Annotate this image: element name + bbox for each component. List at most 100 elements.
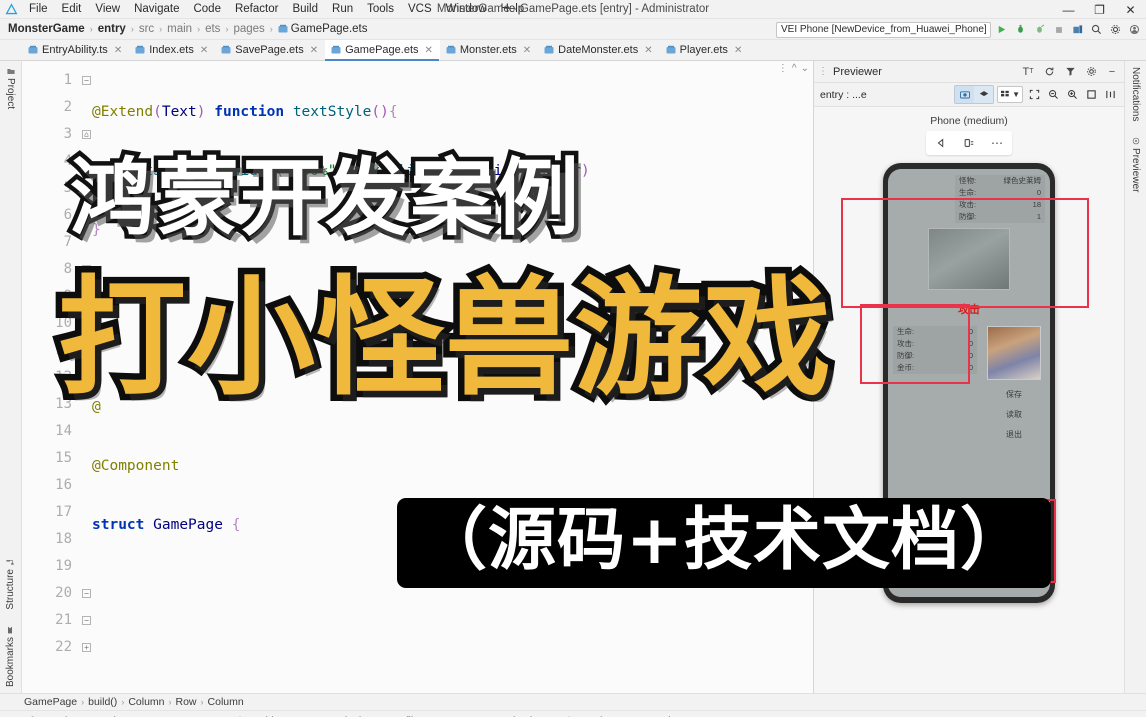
stop-icon[interactable] [1050, 21, 1067, 38]
tool-window-profiler[interactable]: Profiler [369, 714, 428, 717]
breadcrumb-module[interactable]: entry [94, 22, 130, 36]
sidebar-item-structure[interactable]: Structure [5, 556, 16, 612]
editor-inspection-widget[interactable]: ⋮ ^ ⌄ [778, 63, 809, 74]
breadcrumb-ets[interactable]: ets [201, 22, 224, 36]
sidebar-item-bookmarks[interactable]: Bookmarks [5, 624, 16, 689]
fold-toggle-icon[interactable]: ⌂ [82, 130, 91, 139]
maximize-button[interactable]: ❐ [1084, 0, 1115, 19]
menu-edit[interactable]: Edit [55, 1, 89, 17]
menu-build[interactable]: Build [285, 1, 325, 17]
editor-tab-datemonster[interactable]: DateMonster.ets ✕ [538, 40, 659, 60]
tool-window-code-linter[interactable]: Code Linter [476, 714, 556, 717]
gear-icon[interactable] [1083, 64, 1099, 80]
breadcrumb-pages[interactable]: pages [229, 22, 268, 36]
tool-window-terminal[interactable]: Terminal [302, 714, 368, 717]
bottom-breadcrumb-row[interactable]: Row [176, 696, 197, 708]
menu-file[interactable]: File [22, 1, 55, 17]
editor-tab-monster[interactable]: Monster.ets ✕ [440, 40, 538, 60]
code-text[interactable]: @Extend(Text) function textStyle(){ .fon… [78, 61, 813, 693]
close-icon[interactable]: ✕ [200, 45, 208, 56]
refresh-icon[interactable] [1041, 64, 1057, 80]
frame-icon[interactable] [1083, 87, 1099, 103]
close-icon[interactable]: ✕ [310, 45, 318, 56]
code-editor[interactable]: ⋮ ^ ⌄ 1− 2 3 ⌂ 4 5 6 7 8− 9 10 11 12 13 1… [22, 61, 813, 693]
sidebar-item-notifications[interactable]: Notifications [1130, 65, 1141, 123]
breadcrumb-main[interactable]: main [163, 22, 196, 36]
search-icon[interactable] [1088, 21, 1105, 38]
menu-help[interactable]: Help [494, 1, 532, 17]
editor-tab-index[interactable]: Index.ets ✕ [129, 40, 215, 60]
attack-button[interactable]: 攻击 [932, 296, 1006, 322]
account-icon[interactable] [1126, 21, 1143, 38]
ruler-icon[interactable] [1102, 87, 1118, 103]
device-manager-icon[interactable] [1069, 21, 1086, 38]
tool-window-problems[interactable]: Problems [229, 714, 299, 717]
layout-select[interactable]: ▼ [997, 86, 1023, 103]
screenshot-icon[interactable] [955, 86, 975, 103]
bottom-breadcrumb-column[interactable]: Column [128, 696, 164, 708]
close-icon[interactable]: ✕ [523, 45, 531, 56]
orientation-icon[interactable] [956, 133, 982, 153]
font-size-icon[interactable]: TT [1020, 64, 1036, 80]
more-icon[interactable]: ⋯ [984, 133, 1010, 153]
editor-tab-entryability[interactable]: EntryAbility.ts ✕ [22, 40, 129, 60]
breadcrumb-file[interactable]: GamePage.ets [274, 22, 372, 36]
close-button[interactable]: ✕ [1115, 0, 1146, 19]
tool-window-services[interactable]: Services [558, 714, 624, 717]
close-icon[interactable]: ✕ [425, 45, 433, 56]
next-occurrence-icon[interactable]: ⌄ [801, 63, 809, 74]
layers-icon[interactable] [974, 86, 994, 103]
fold-toggle-icon[interactable]: − [82, 265, 91, 274]
run-icon[interactable] [993, 21, 1010, 38]
previewer-entry-label[interactable]: entry : ...e [820, 89, 867, 101]
bottom-breadcrumb-column2[interactable]: Column [208, 696, 244, 708]
debug-icon[interactable] [1012, 21, 1029, 38]
filter-icon[interactable] [1062, 64, 1078, 80]
bottom-breadcrumb-build[interactable]: build() [88, 696, 117, 708]
menu-vcs[interactable]: VCS [401, 1, 439, 17]
fold-toggle-icon[interactable]: − [82, 616, 91, 625]
minimize-button[interactable]: — [1053, 0, 1084, 19]
menu-navigate[interactable]: Navigate [127, 1, 186, 17]
breadcrumb-project[interactable]: MonsterGame [4, 22, 89, 36]
menu-window[interactable]: Window [439, 1, 494, 17]
bottom-breadcrumb-gamepage[interactable]: GamePage [24, 696, 77, 708]
menu-code[interactable]: Code [186, 1, 228, 17]
load-button[interactable]: 读取 [1006, 409, 1022, 420]
close-icon[interactable]: ✕ [114, 45, 122, 56]
minimize-icon[interactable]: − [1104, 64, 1120, 80]
tool-window-previewerlog[interactable]: PreviewerLog [627, 714, 717, 717]
editor-tab-player[interactable]: Player.ets ✕ [660, 40, 750, 60]
zoom-out-icon[interactable] [1045, 87, 1061, 103]
editor-tab-savepage[interactable]: SavePage.ets ✕ [215, 40, 325, 60]
sidebar-item-previewer[interactable]: Previewer [1130, 135, 1141, 194]
tool-window-version-control[interactable]: Version Control [24, 714, 122, 717]
zoom-in-icon[interactable] [1064, 87, 1080, 103]
save-button[interactable]: 保存 [1006, 389, 1022, 400]
device-selector[interactable]: VEI Phone [NewDevice_from_Huawei_Phone] … [776, 21, 991, 38]
editor-tab-gamepage[interactable]: GamePage.ets ✕ [325, 40, 440, 61]
breadcrumb-src[interactable]: src [135, 22, 158, 36]
fold-toggle-icon[interactable]: − [82, 589, 91, 598]
rotate-left-icon[interactable] [928, 133, 954, 153]
menu-tools[interactable]: Tools [360, 1, 401, 17]
sidebar-item-project[interactable]: Project [5, 65, 16, 111]
fold-toggle-icon[interactable]: − [82, 76, 91, 85]
close-icon[interactable]: ✕ [644, 45, 652, 56]
menu-view[interactable]: View [88, 1, 127, 17]
exit-button[interactable]: 退出 [1006, 429, 1022, 440]
fold-toggle-icon[interactable]: + [82, 643, 91, 652]
tool-window-log[interactable]: Log [431, 714, 475, 717]
inspections-icon[interactable]: ⋮ [778, 63, 788, 74]
editor-scroll-area[interactable]: 1− 2 3 ⌂ 4 5 6 7 8− 9 10 11 12 13 14 15 1… [22, 61, 813, 693]
previous-occurrence-icon[interactable]: ^ [792, 63, 797, 74]
fit-icon[interactable] [1026, 87, 1042, 103]
menu-refactor[interactable]: Refactor [228, 1, 285, 17]
profile-icon[interactable] [1031, 21, 1048, 38]
menu-run[interactable]: Run [325, 1, 360, 17]
close-icon[interactable]: ✕ [734, 45, 742, 56]
tool-window-todo[interactable]: TODO [171, 714, 227, 717]
drag-handle-icon[interactable]: ⋮ [818, 66, 828, 77]
gear-icon[interactable] [1107, 21, 1124, 38]
tool-window-run[interactable]: Run [124, 714, 169, 717]
